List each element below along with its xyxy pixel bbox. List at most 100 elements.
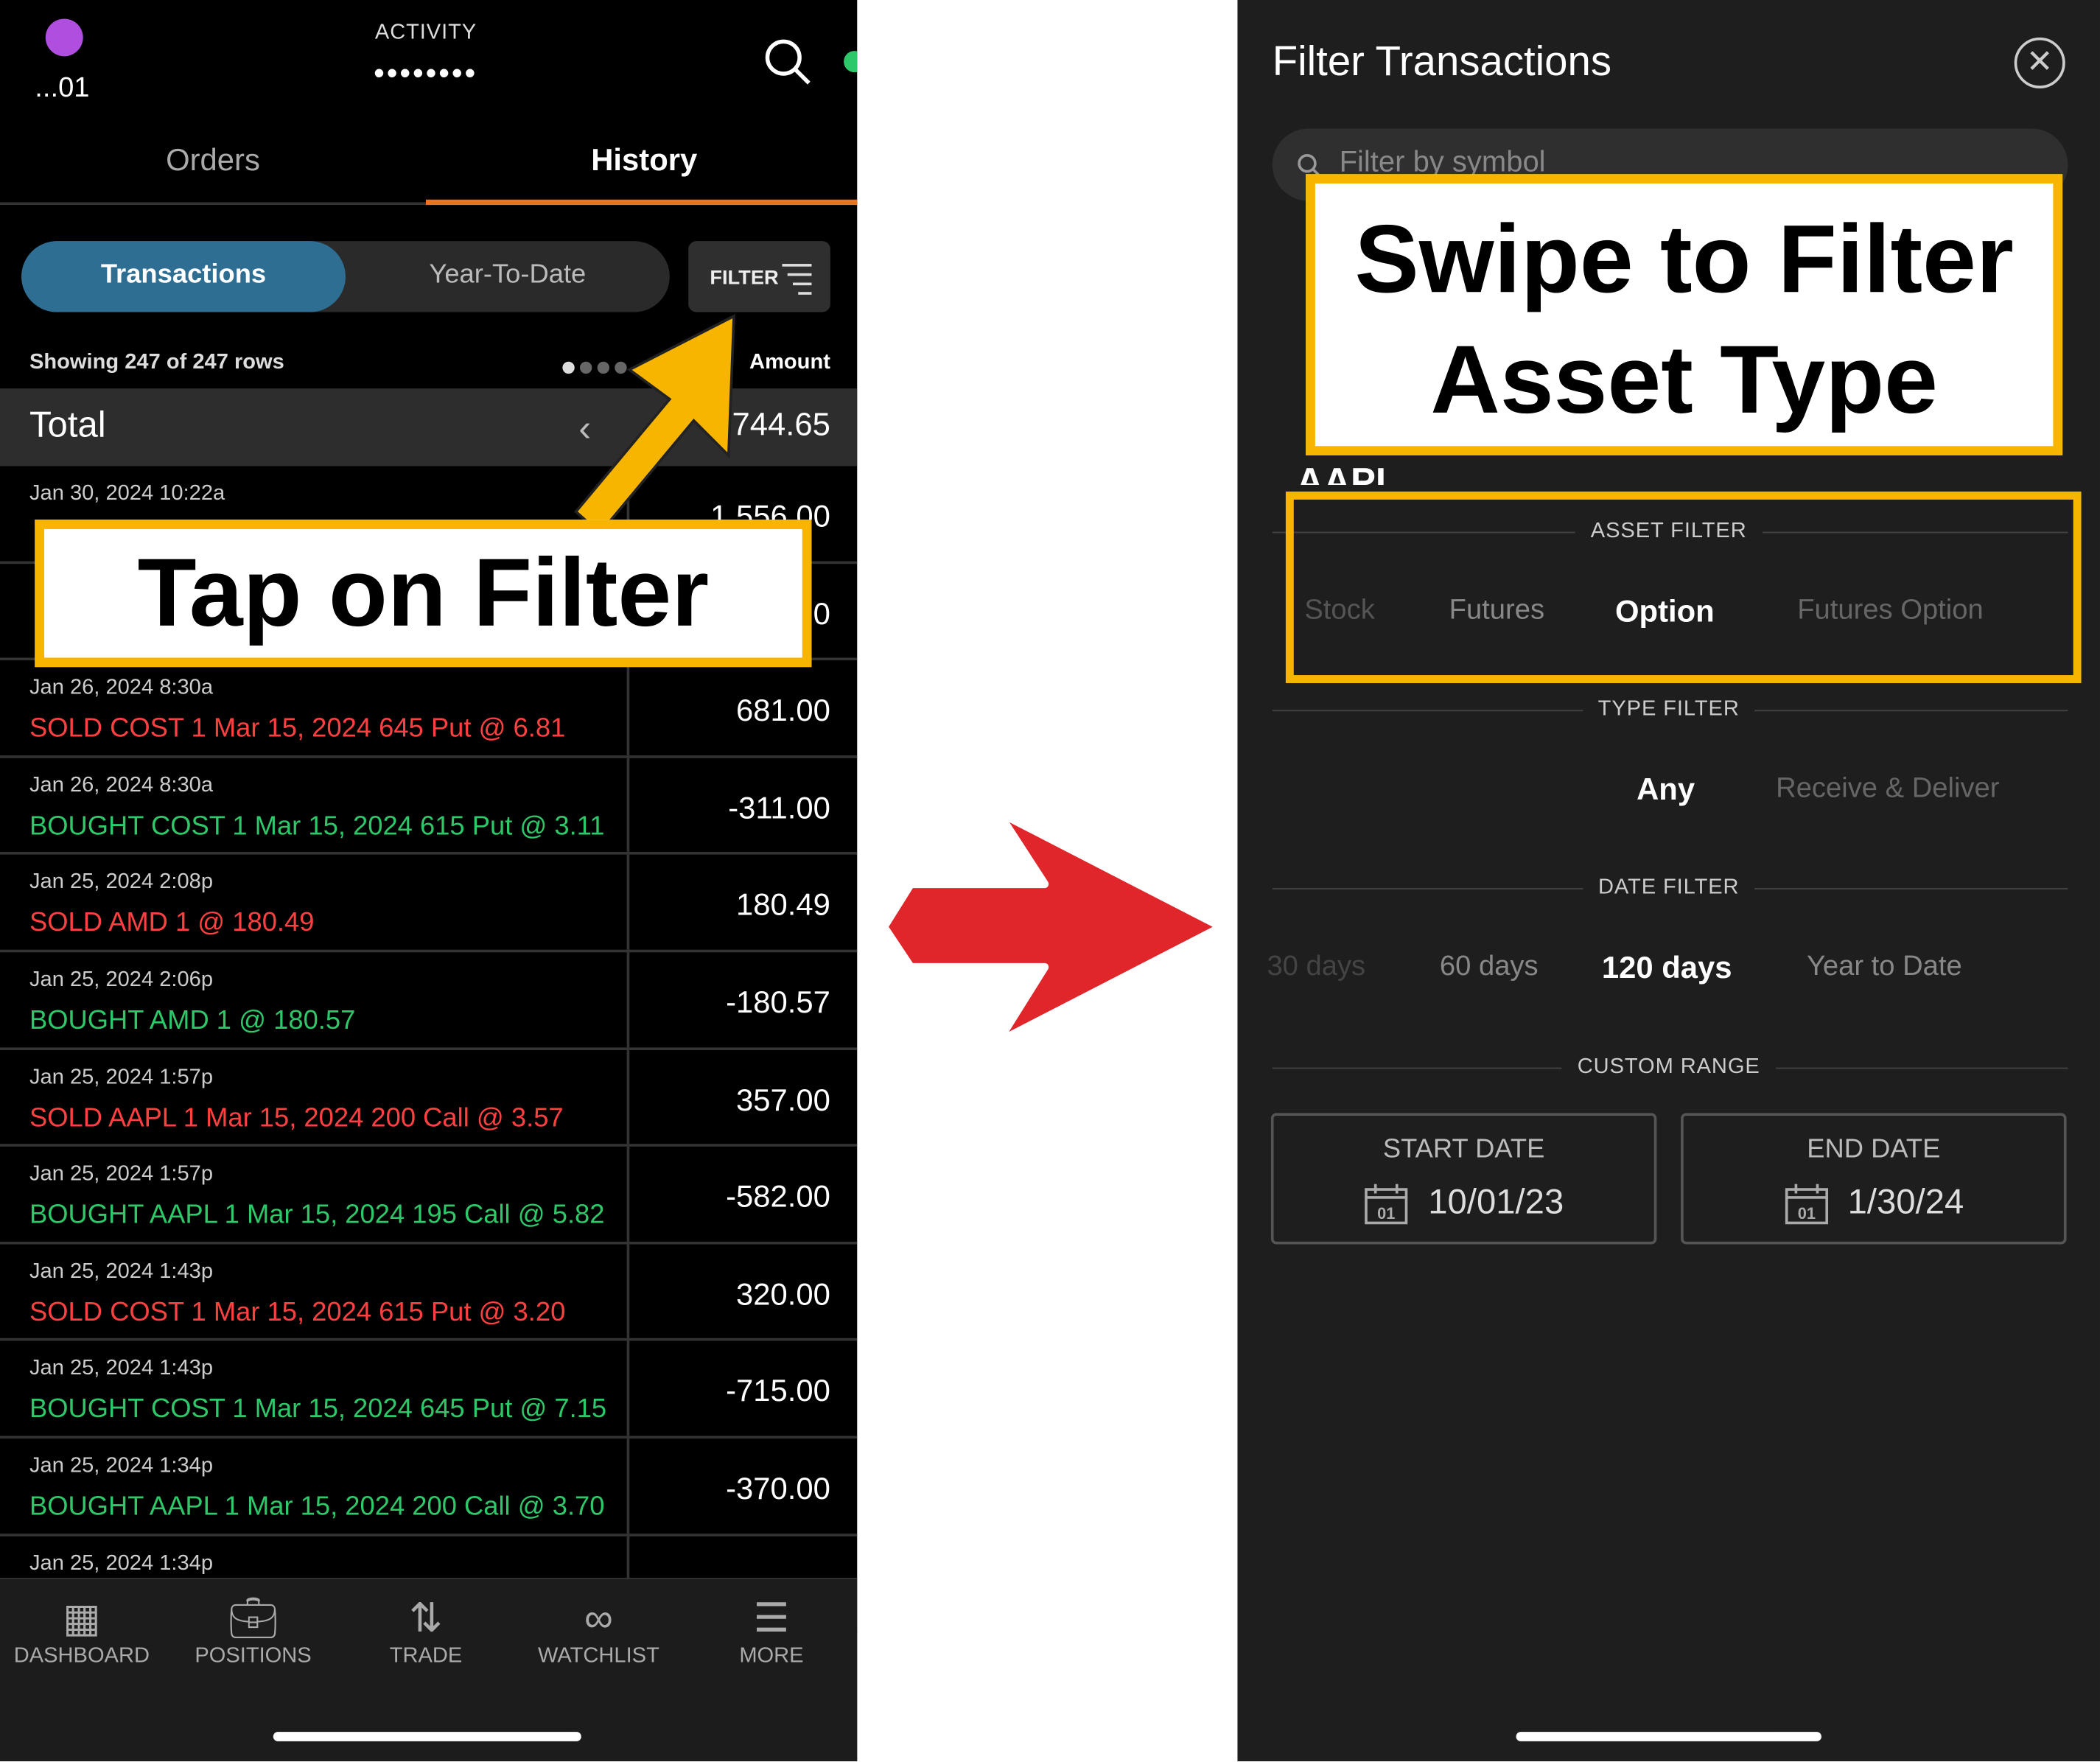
table-row[interactable]: Jan 25, 2024 1:43p SOLD COST 1 Mar 15, 20… — [0, 1244, 858, 1342]
type-filter-label: TYPE FILTER — [1597, 697, 1740, 721]
total-label: Total — [29, 404, 106, 445]
nav-positions[interactable]: 💼︎ POSITIONS — [167, 1594, 339, 1669]
type-option-receive-deliver[interactable]: Receive & Deliver — [1776, 773, 1999, 805]
row-count-text: Showing 247 of 247 rows — [29, 351, 284, 374]
row-amount: 180.49 — [736, 887, 830, 923]
segment-transactions-label: Transactions — [100, 259, 267, 290]
nav-more[interactable]: ☰ MORE — [686, 1594, 858, 1669]
nav-dashboard[interactable]: ▦ DASHBOARD — [0, 1594, 167, 1669]
nav-trade[interactable]: ⇅ TRADE — [340, 1594, 512, 1669]
column-divider — [626, 1049, 630, 1144]
amount-column-header: Amount — [749, 351, 830, 374]
table-row[interactable]: Jan 25, 2024 2:08p SOLD AMD 1 @ 180.49 180… — [0, 855, 858, 953]
row-description: BOUGHT AAPL 1 Mar 15, 2024 200 Call @ 3.… — [29, 1492, 605, 1522]
row-description: BOUGHT AAPL 1 Mar 15, 2024 195 Call @ 5.… — [29, 1200, 605, 1230]
activity-masked-value: •••••••• — [374, 56, 478, 90]
row-date: Jan 25, 2024 1:43p — [29, 1357, 214, 1380]
row-amount: -715.00 — [726, 1373, 830, 1408]
date-option-60-days[interactable]: 60 days — [1440, 951, 1539, 983]
segment-ytd[interactable]: Year-To-Date — [346, 260, 670, 291]
filter-label: FILTER — [710, 266, 779, 290]
close-icon[interactable]: ✕ — [2014, 37, 2065, 88]
date-option-120-days[interactable]: 120 days — [1602, 950, 1732, 986]
row-description: BOUGHT AMD 1 @ 180.57 — [29, 1005, 356, 1035]
history-screen: ...01 ACTIVITY •••••••• Orders History T… — [0, 0, 858, 1762]
calendar-icon: 01 — [1785, 1184, 1828, 1225]
callout-arrow — [574, 313, 735, 536]
column-divider — [626, 1244, 630, 1339]
swipe-callout-line1: Swipe to Filter — [1354, 206, 2014, 314]
row-description: SOLD COST 1 Mar 15, 2024 615 Put @ 3.20 — [29, 1297, 566, 1327]
tutorial-image: ...01 ACTIVITY •••••••• Orders History T… — [0, 0, 2100, 1762]
end-date-label: END DATE — [1807, 1134, 1941, 1164]
row-date: Jan 25, 2024 1:34p — [29, 1454, 214, 1478]
column-divider — [626, 1147, 630, 1242]
calendar-day: 01 — [1797, 1204, 1815, 1223]
nav-positions-label: POSITIONS — [195, 1645, 312, 1668]
type-option-any[interactable]: Any — [1637, 772, 1695, 808]
tap-filter-callout: Tap on Filter — [35, 520, 812, 668]
symbol-peek[interactable]: AAPL — [1296, 461, 1399, 485]
table-row[interactable]: Jan 25, 2024 1:57p BOUGHT AAPL 1 Mar 15, … — [0, 1147, 858, 1245]
row-date: Jan 25, 2024 1:34p — [29, 1551, 214, 1575]
row-date: Jan 25, 2024 1:43p — [29, 1259, 214, 1283]
search-icon[interactable] — [763, 38, 811, 85]
column-divider — [626, 952, 630, 1047]
transition-arrow — [880, 808, 1226, 1045]
asset-filter-highlight — [1285, 492, 2082, 683]
table-row[interactable]: Jan 26, 2024 8:30a BOUGHT COST 1 Mar 15, … — [0, 758, 858, 856]
tab-history[interactable]: History — [431, 142, 857, 178]
row-date: Jan 26, 2024 8:30a — [29, 774, 214, 797]
filter-icon — [782, 264, 812, 301]
filter-title: Filter Transactions — [1272, 37, 1612, 85]
tab-orders[interactable]: Orders — [0, 142, 426, 178]
end-date-value: 1/30/24 — [1847, 1181, 1964, 1222]
row-date: Jan 25, 2024 1:57p — [29, 1162, 214, 1186]
row-date: Jan 26, 2024 8:30a — [29, 677, 214, 700]
briefcase-icon: 💼︎ — [227, 1596, 279, 1641]
tab-active-indicator — [425, 199, 858, 206]
row-amount: 681.00 — [736, 693, 830, 728]
row-description: SOLD AMD 1 @ 180.49 — [29, 909, 315, 939]
swipe-callout-line2: Asset Type — [1430, 326, 1938, 434]
start-date-field[interactable]: START DATE 01 10/01/23 — [1270, 1113, 1657, 1245]
row-date: Jan 25, 2024 1:57p — [29, 1066, 214, 1088]
row-amount: -582.00 — [726, 1178, 830, 1214]
custom-range-label: CUSTOM RANGE — [1577, 1055, 1760, 1079]
nav-watchlist-label: WATCHLIST — [538, 1645, 659, 1668]
table-row[interactable]: Jan 25, 2024 1:57p SOLD AAPL 1 Mar 15, 20… — [0, 1049, 858, 1147]
table-row[interactable]: Jan 25, 2024 1:43p BOUGHT COST 1 Mar 15, … — [0, 1341, 858, 1438]
column-divider — [626, 855, 630, 950]
row-description: BOUGHT COST 1 Mar 15, 2024 645 Put @ 7.1… — [29, 1394, 607, 1424]
table-row[interactable]: Jan 25, 2024 2:06p BOUGHT AMD 1 @ 180.57 -… — [0, 952, 858, 1050]
end-date-field[interactable]: END DATE 01 1/30/24 — [1681, 1113, 2067, 1245]
dashboard-icon: ▦ — [63, 1596, 101, 1641]
nav-trade-label: TRADE — [389, 1645, 463, 1668]
row-description: SOLD AAPL 1 Mar 15, 2024 200 Call @ 3.57 — [29, 1102, 564, 1133]
column-divider — [626, 1341, 630, 1436]
nav-more-label: MORE — [739, 1645, 804, 1668]
date-filter-label: DATE FILTER — [1597, 875, 1740, 899]
start-date-value: 10/01/23 — [1428, 1181, 1564, 1222]
row-amount: 320.00 — [736, 1276, 830, 1311]
row-amount: 0 — [813, 595, 830, 631]
nav-dashboard-label: DASHBOARD — [13, 1645, 150, 1668]
calendar-day: 01 — [1378, 1204, 1396, 1223]
column-divider — [626, 660, 630, 755]
row-date: Jan 25, 2024 2:06p — [29, 968, 214, 991]
calendar-icon: 01 — [1365, 1184, 1409, 1225]
table-row[interactable]: Jan 25, 2024 1:34p BOUGHT AAPL 1 Mar 15, … — [0, 1438, 858, 1536]
date-option-30-days[interactable]: 30 days — [1267, 951, 1365, 983]
column-divider — [626, 1438, 630, 1534]
row-amount: 357.00 — [736, 1081, 830, 1117]
table-row[interactable]: Jan 26, 2024 8:30a SOLD COST 1 Mar 15, 20… — [0, 660, 858, 758]
row-amount: -370.00 — [726, 1470, 830, 1506]
row-description: BOUGHT COST 1 Mar 15, 2024 615 Put @ 3.1… — [29, 811, 605, 842]
home-indicator — [273, 1732, 581, 1741]
row-amount: -311.00 — [728, 789, 830, 825]
date-option-ytd[interactable]: Year to Date — [1807, 951, 1962, 983]
column-divider — [626, 758, 630, 853]
activity-title: ACTIVITY — [374, 21, 477, 44]
row-date: Jan 30, 2024 10:22a — [29, 482, 225, 506]
nav-watchlist[interactable]: ∞ WATCHLIST — [513, 1594, 685, 1669]
